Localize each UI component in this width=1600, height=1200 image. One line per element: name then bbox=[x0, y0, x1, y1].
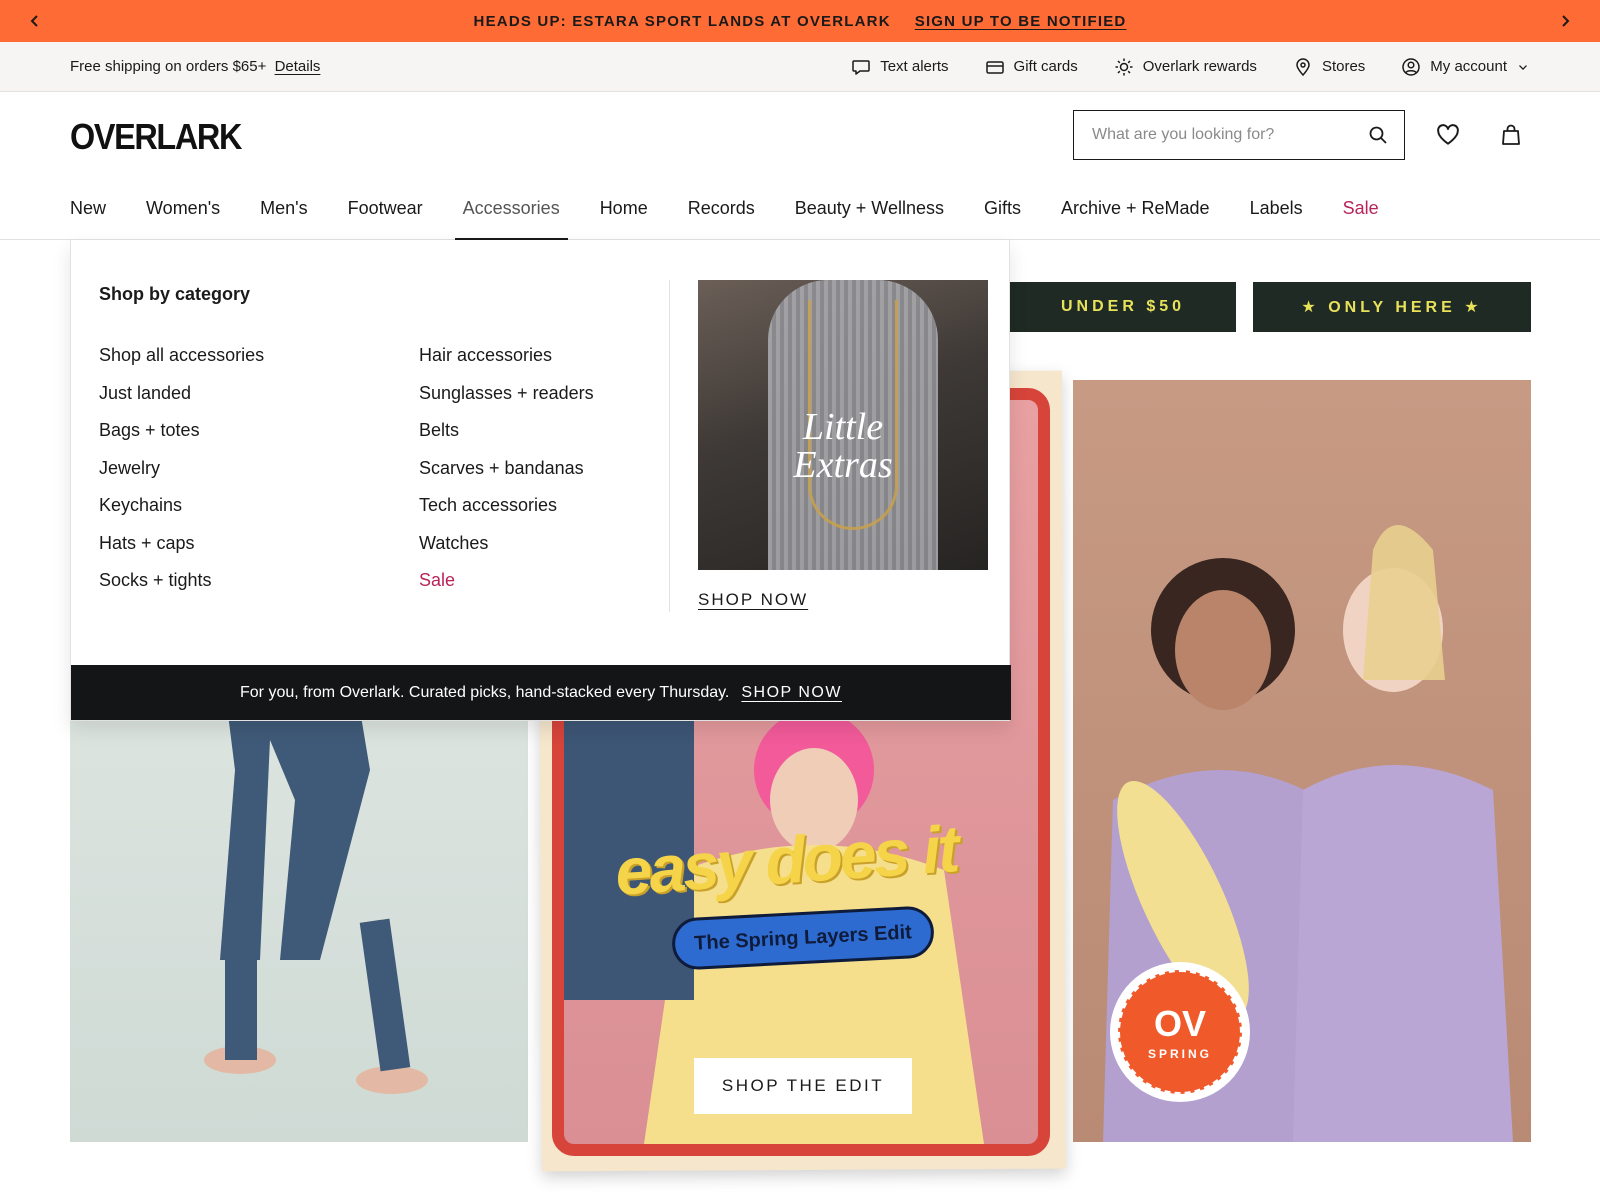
ov-badge-inner: OV SPRING bbox=[1118, 970, 1242, 1094]
nav-records[interactable]: Records bbox=[688, 178, 755, 240]
nav-new[interactable]: New bbox=[70, 178, 106, 240]
chevron-down-icon bbox=[1519, 64, 1527, 70]
ov-spring-badge: OV SPRING bbox=[1110, 962, 1250, 1102]
promo-message: HEADS UP: ESTARA SPORT LANDS AT OVERLARK bbox=[473, 12, 891, 30]
chat-bubble-icon bbox=[852, 59, 870, 75]
little-extras-feature-image[interactable]: Little Extras bbox=[698, 280, 988, 570]
menu-item-shop-all-accessories[interactable]: Shop all accessories bbox=[99, 344, 264, 382]
text-alerts-label: Text alerts bbox=[880, 58, 949, 75]
location-pin-icon bbox=[1296, 57, 1310, 76]
menu-item-watches[interactable]: Watches bbox=[419, 532, 594, 570]
promo-banner: HEADS UP: ESTARA SPORT LANDS AT OVERLARK… bbox=[0, 0, 1600, 42]
accessories-mega-menu: Shop by category Shop all accessories Ju… bbox=[70, 240, 1011, 721]
feature-caption-line-1: Little bbox=[802, 406, 884, 448]
menu-item-just-landed[interactable]: Just landed bbox=[99, 382, 264, 420]
mega-column-1: Shop all accessories Just landed Bags + … bbox=[99, 344, 264, 607]
mega-footer-shop-now-link[interactable]: SHOP NOW bbox=[741, 684, 842, 702]
mega-menu-footer: For you, from Overlark. Curated picks, h… bbox=[71, 665, 1011, 720]
search-box bbox=[1073, 110, 1405, 160]
gift-cards-label: Gift cards bbox=[1013, 58, 1078, 75]
sun-icon bbox=[1115, 58, 1133, 75]
nav-beauty-wellness[interactable]: Beauty + Wellness bbox=[795, 178, 944, 240]
nav-mens[interactable]: Men's bbox=[260, 178, 307, 240]
my-account-link[interactable]: My account bbox=[1401, 57, 1530, 77]
my-account-label: My account bbox=[1430, 58, 1507, 75]
menu-item-belts[interactable]: Belts bbox=[419, 419, 594, 457]
nav-womens[interactable]: Women's bbox=[146, 178, 220, 240]
feature-caption-line-2: Extras bbox=[793, 444, 893, 486]
stores-link[interactable]: Stores bbox=[1293, 57, 1365, 77]
shop-the-edit-button[interactable]: SHOP THE EDIT bbox=[694, 1058, 912, 1114]
promo-next-button[interactable] bbox=[1544, 0, 1586, 42]
nav-sale[interactable]: Sale bbox=[1343, 178, 1379, 240]
feature-caption: Little Extras bbox=[698, 408, 988, 484]
text-alerts-link[interactable]: Text alerts bbox=[851, 57, 949, 77]
shipping-notice: Free shipping on orders $65+ Details bbox=[70, 58, 320, 75]
nav-accessories[interactable]: Accessories bbox=[454, 178, 568, 241]
rewards-link[interactable]: Overlark rewards bbox=[1114, 57, 1257, 77]
mega-footer-text: For you, from Overlark. Curated picks, h… bbox=[240, 683, 730, 701]
mega-menu-title: Shop by category bbox=[99, 284, 251, 304]
nav-home[interactable]: Home bbox=[600, 178, 648, 240]
utility-bar: Free shipping on orders $65+ Details Tex… bbox=[0, 42, 1600, 92]
menu-item-jewelry[interactable]: Jewelry bbox=[99, 457, 264, 495]
card-icon bbox=[985, 60, 1004, 74]
mega-column-2: Hair accessories Sunglasses + readers Be… bbox=[419, 344, 594, 607]
site-header: OVERLARK bbox=[0, 92, 1600, 178]
site-logo[interactable]: OVERLARK bbox=[70, 116, 242, 158]
rewards-label: Overlark rewards bbox=[1142, 58, 1257, 75]
nav-labels[interactable]: Labels bbox=[1250, 178, 1303, 240]
search-button[interactable] bbox=[1352, 111, 1404, 159]
nav-gifts[interactable]: Gifts bbox=[984, 178, 1021, 240]
menu-item-bags-totes[interactable]: Bags + totes bbox=[99, 419, 264, 457]
promo-signup-link[interactable]: SIGN UP TO BE NOTIFIED bbox=[915, 13, 1127, 30]
wishlist-button[interactable] bbox=[1433, 120, 1463, 150]
menu-item-hair-accessories[interactable]: Hair accessories bbox=[419, 344, 594, 382]
heart-icon bbox=[1437, 124, 1459, 145]
user-icon bbox=[1402, 57, 1421, 76]
gift-cards-link[interactable]: Gift cards bbox=[985, 57, 1078, 77]
stores-label: Stores bbox=[1321, 58, 1366, 75]
search-icon bbox=[1369, 126, 1387, 144]
nav-footwear[interactable]: Footwear bbox=[348, 178, 423, 240]
utility-links: Text alerts Gift cards Overlark rewards … bbox=[851, 57, 1530, 77]
only-here-pill[interactable]: ★ ONLY HERE ★ bbox=[1253, 282, 1531, 332]
ov-badge-sub: SPRING bbox=[1147, 1047, 1212, 1061]
search-input[interactable] bbox=[1074, 111, 1352, 159]
shopping-bag-icon bbox=[1502, 124, 1520, 145]
under-50-pill[interactable]: UNDER $50 bbox=[1010, 282, 1236, 332]
promo-prev-button[interactable] bbox=[14, 0, 56, 42]
menu-item-tech-accessories[interactable]: Tech accessories bbox=[419, 494, 594, 532]
main-nav: New Women's Men's Footwear Accessories H… bbox=[0, 178, 1600, 241]
menu-item-sale[interactable]: Sale bbox=[419, 569, 594, 607]
chevron-left-icon bbox=[30, 15, 38, 27]
nav-archive-remade[interactable]: Archive + ReMade bbox=[1061, 178, 1210, 240]
menu-item-sunglasses-readers[interactable]: Sunglasses + readers bbox=[419, 382, 594, 420]
feature-shop-now-link[interactable]: SHOP NOW bbox=[698, 590, 808, 610]
ov-badge-main: OV bbox=[1153, 1003, 1206, 1044]
menu-item-hats-caps[interactable]: Hats + caps bbox=[99, 532, 264, 570]
chevron-right-icon bbox=[1562, 15, 1570, 27]
mega-menu-divider bbox=[669, 280, 670, 612]
menu-item-socks-tights[interactable]: Socks + tights bbox=[99, 569, 264, 607]
shipping-details-link[interactable]: Details bbox=[275, 58, 321, 75]
menu-item-keychains[interactable]: Keychains bbox=[99, 494, 264, 532]
menu-item-scarves-bandanas[interactable]: Scarves + bandanas bbox=[419, 457, 594, 495]
cart-button[interactable] bbox=[1496, 120, 1526, 150]
shipping-text: Free shipping on orders $65+ bbox=[70, 58, 267, 75]
